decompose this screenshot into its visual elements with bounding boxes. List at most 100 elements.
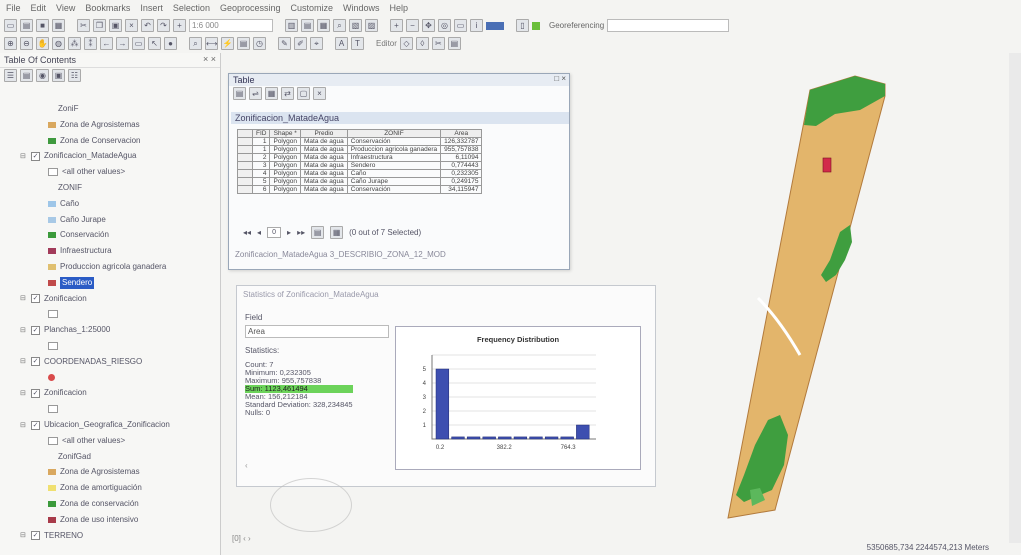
toc-layer-item[interactable]: ⊟ ✓ TERRENO: [20, 530, 83, 542]
toc-legend-item[interactable]: Sendero: [48, 276, 95, 289]
legend-swatch[interactable]: [48, 436, 58, 445]
toc-layer-item[interactable]: ⊟ ✓ Zonificacion_MatadeAgua: [20, 150, 137, 162]
legend-swatch[interactable]: [48, 310, 58, 319]
toc-layer-item[interactable]: ⊟ ✓ Zonificacion: [20, 387, 87, 399]
zoom-out-tool-icon[interactable]: ⊖: [20, 37, 33, 50]
column-header[interactable]: ZONIF: [346, 129, 442, 138]
toc-legend-item[interactable]: [48, 308, 62, 320]
sketch-tool-icon[interactable]: ✐: [294, 37, 307, 50]
row-selector[interactable]: [237, 169, 253, 178]
expand-collapse-icon[interactable]: ⊟: [20, 153, 27, 160]
table-footer-tabs[interactable]: Zonificacion_MatadeAgua 3_DESCRIBIO_ZONA…: [235, 250, 446, 259]
toc-window-icon[interactable]: ▤: [301, 19, 314, 32]
toc-legend-item[interactable]: ZoniF: [58, 103, 78, 115]
record-number-input[interactable]: 0: [267, 227, 282, 238]
snapping-icon[interactable]: ⌖: [310, 37, 323, 50]
list-by-visibility-icon[interactable]: ◉: [36, 68, 49, 82]
legend-swatch[interactable]: [48, 405, 58, 414]
table-row[interactable]: 1 Polygon Mata de agua Conservación 126,3327…: [237, 137, 483, 146]
legend-swatch[interactable]: [48, 485, 56, 492]
expand-collapse-icon[interactable]: ⊟: [20, 327, 27, 334]
toc-legend-item[interactable]: <all other values>: [48, 435, 125, 447]
table-row[interactable]: 6 Polygon Mata de agua Conservación 34,11594…: [237, 185, 483, 194]
layer-visibility-checkbox[interactable]: ✓: [31, 294, 40, 304]
column-header[interactable]: FID: [251, 129, 271, 138]
toc-options-icon[interactable]: ☷: [68, 68, 81, 82]
table-tab-header[interactable]: Zonificacion_MatadeAgua: [231, 112, 569, 124]
legend-swatch[interactable]: [48, 516, 56, 523]
hyperlink-icon[interactable]: ⚡: [221, 37, 234, 50]
html-popup-icon[interactable]: ▤: [237, 37, 250, 50]
full-extent-icon[interactable]: ◎: [438, 19, 451, 32]
map-scale-input[interactable]: 1:6 000: [189, 19, 273, 32]
show-selected-records-icon[interactable]: ▦: [330, 226, 344, 239]
list-by-selection-icon[interactable]: ▣: [52, 68, 65, 82]
show-all-records-icon[interactable]: ▤: [311, 226, 325, 239]
paste-icon[interactable]: ▣: [109, 19, 122, 32]
legend-swatch[interactable]: [48, 501, 56, 507]
toc-legend-item[interactable]: Caño Jurape: [48, 214, 106, 226]
legend-swatch[interactable]: [48, 232, 56, 239]
column-header[interactable]: Shape *: [269, 129, 301, 138]
toc-legend-item[interactable]: [48, 340, 62, 352]
editing-tool-icon[interactable]: ✎: [278, 37, 291, 50]
row-selector[interactable]: [237, 177, 253, 186]
redo-icon[interactable]: ↷: [157, 19, 170, 32]
table-row[interactable]: 4 Polygon Mata de agua Caño 0,232305: [237, 169, 483, 178]
layer-visibility-checkbox[interactable]: ✓: [31, 325, 40, 335]
text-tool-icon[interactable]: T: [351, 37, 364, 50]
map-view[interactable]: [640, 70, 890, 525]
add-data-icon[interactable]: +: [173, 19, 186, 32]
pan-tool-icon[interactable]: ✋: [36, 37, 49, 50]
arctoolbox-icon[interactable]: ▧: [349, 19, 362, 32]
expand-collapse-icon[interactable]: ⊟: [20, 532, 27, 539]
toc-legend-item[interactable]: <all other values>: [48, 166, 125, 178]
toc-legend-item[interactable]: Zona de Conservacion: [48, 135, 141, 147]
point-symbol-icon[interactable]: [48, 374, 55, 382]
copy-icon[interactable]: ❐: [93, 19, 106, 32]
column-header[interactable]: Area: [440, 129, 483, 138]
menu-bookmarks[interactable]: Bookmarks: [85, 3, 130, 13]
legend-swatch[interactable]: [48, 200, 56, 207]
save-icon[interactable]: ■: [36, 19, 49, 32]
forward-extent-icon[interactable]: →: [116, 37, 129, 50]
toc-layer-item[interactable]: ⊟ ✓ Ubicacion_Geografica_Zonificacion: [20, 419, 170, 431]
row-selector[interactable]: [237, 137, 253, 146]
legend-swatch[interactable]: [48, 137, 56, 144]
print-icon[interactable]: ▦: [52, 19, 65, 32]
table-options-icon[interactable]: ▤: [233, 86, 246, 100]
layer-visibility-checkbox[interactable]: ✓: [31, 357, 40, 367]
layer-visibility-checkbox[interactable]: ✓: [31, 151, 40, 161]
toc-legend-item[interactable]: Caño: [48, 198, 79, 210]
legend-swatch[interactable]: [48, 248, 56, 255]
toc-legend-item[interactable]: Produccion agricola ganadera: [48, 261, 166, 273]
search-window-icon[interactable]: ⌕: [333, 19, 346, 32]
zoom-out-icon[interactable]: −: [406, 19, 419, 32]
menu-view[interactable]: View: [56, 3, 75, 13]
table-row[interactable]: 2 Polygon Mata de agua Infraestructura 6,110…: [237, 153, 483, 162]
draw-tool-icon[interactable]: A: [335, 37, 348, 50]
last-record-icon[interactable]: ▸▸: [297, 228, 305, 237]
table-row[interactable]: 1 Polygon Mata de agua Produccion agricola …: [237, 145, 483, 154]
cut-polygons-icon[interactable]: ✂: [431, 37, 445, 50]
first-record-icon[interactable]: ◂◂: [243, 228, 251, 237]
editor-menu[interactable]: Editor: [376, 39, 397, 48]
menu-windows[interactable]: Windows: [343, 3, 380, 13]
switch-selection-icon[interactable]: ⇄: [281, 86, 294, 100]
fixed-zoom-in-icon[interactable]: ⁂: [68, 37, 81, 50]
delete-icon[interactable]: ×: [125, 19, 138, 32]
field-select[interactable]: Area: [245, 325, 389, 338]
row-selector-header[interactable]: [237, 129, 253, 138]
zoom-in-tool-icon[interactable]: ⊕: [4, 37, 17, 50]
menu-file[interactable]: File: [6, 3, 21, 13]
toc-legend-item[interactable]: Zona de Agrosistemas: [48, 466, 140, 478]
menu-customize[interactable]: Customize: [291, 3, 334, 13]
list-by-source-icon[interactable]: ▤: [20, 68, 33, 82]
menu-selection[interactable]: Selection: [173, 3, 210, 13]
legend-swatch[interactable]: [48, 342, 58, 350]
toc-legend-item[interactable]: Zona de Agrosistemas: [48, 119, 140, 131]
legend-swatch[interactable]: [48, 469, 56, 476]
legend-swatch[interactable]: [48, 121, 56, 128]
time-slider-icon[interactable]: ◷: [253, 37, 266, 50]
row-selector[interactable]: [237, 145, 253, 154]
